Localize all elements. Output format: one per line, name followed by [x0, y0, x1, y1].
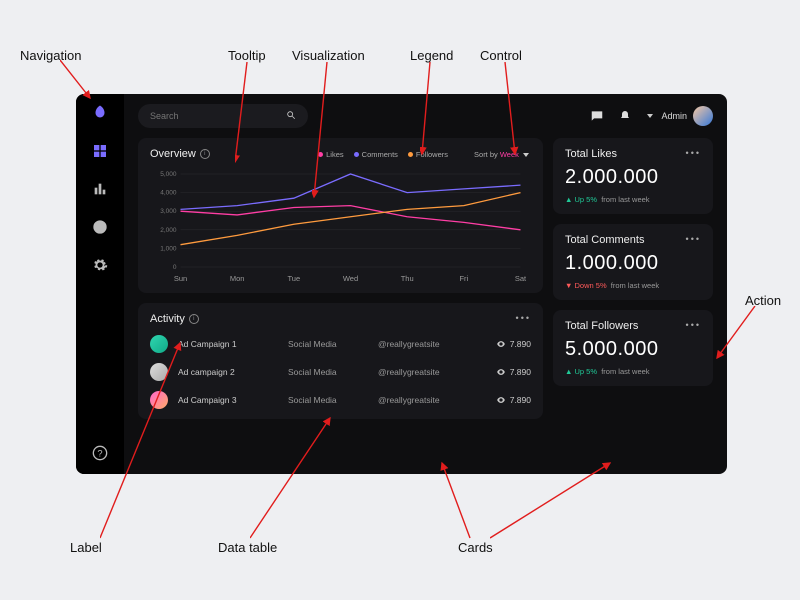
svg-text:Sun: Sun — [174, 274, 187, 283]
annotation-control: Control — [480, 48, 522, 63]
admin-menu[interactable]: Admin — [645, 106, 713, 126]
info-icon[interactable]: i — [200, 149, 210, 159]
search-box[interactable] — [138, 104, 308, 128]
campaign-name: Ad Campaign 1 — [178, 339, 278, 349]
annotation-cards: Cards — [458, 540, 493, 555]
stat-title: Total Followers — [565, 320, 701, 332]
chevron-down-icon — [647, 114, 653, 118]
annotation-legend: Legend — [410, 48, 453, 63]
svg-text:Tue: Tue — [288, 274, 301, 283]
svg-text:5,000: 5,000 — [160, 171, 177, 178]
nav-settings[interactable] — [89, 254, 111, 276]
search-input[interactable] — [150, 111, 286, 121]
annotation-datatable: Data table — [218, 540, 277, 555]
notifications-icon[interactable] — [617, 108, 633, 124]
campaign-type: Social Media — [288, 367, 368, 377]
stat-more-button[interactable]: ••• — [686, 320, 701, 330]
search-icon — [286, 110, 296, 122]
nav-reports[interactable] — [89, 216, 111, 238]
eye-icon — [496, 395, 506, 405]
table-row[interactable]: Ad Campaign 3 Social Media @reallygreats… — [150, 391, 531, 409]
stat-more-button[interactable]: ••• — [686, 234, 701, 244]
avatar — [693, 106, 713, 126]
svg-text:Wed: Wed — [343, 274, 358, 283]
stat-title: Total Likes — [565, 148, 701, 160]
svg-text:2,000: 2,000 — [160, 227, 177, 234]
stat-value: 5.000.000 — [565, 338, 701, 361]
svg-text:Sat: Sat — [515, 274, 527, 283]
campaign-handle: @reallygreatsite — [378, 395, 478, 405]
admin-label: Admin — [661, 111, 687, 121]
table-row[interactable]: Ad campaign 2 Social Media @reallygreats… — [150, 363, 531, 381]
eye-icon — [496, 339, 506, 349]
campaign-handle: @reallygreatsite — [378, 367, 478, 377]
svg-text:Fri: Fri — [459, 274, 468, 283]
stat-title: Total Comments — [565, 234, 701, 246]
campaign-type: Social Media — [288, 395, 368, 405]
info-icon[interactable]: i — [189, 314, 199, 324]
campaign-name: Ad campaign 2 — [178, 367, 278, 377]
stat-value: 1.000.000 — [565, 252, 701, 275]
nav-analytics[interactable] — [89, 178, 111, 200]
stat-value: 2.000.000 — [565, 166, 701, 189]
svg-text:0: 0 — [173, 264, 177, 271]
annotation-visualization: Visualization — [292, 48, 365, 63]
svg-text:Thu: Thu — [401, 274, 414, 283]
annotation-tooltip: Tooltip — [228, 48, 266, 63]
campaign-name: Ad Campaign 3 — [178, 395, 278, 405]
campaign-handle: @reallygreatsite — [378, 339, 478, 349]
svg-text:3,000: 3,000 — [160, 208, 177, 215]
activity-card: Activity i ••• Ad Campaign 1 Social Medi… — [138, 303, 543, 419]
stat-delta: ▼ Down 5% from last week — [565, 281, 701, 290]
overview-title: Overview i — [150, 148, 210, 160]
stat-more-button[interactable]: ••• — [686, 148, 701, 158]
svg-text:1,000: 1,000 — [160, 245, 177, 252]
stat-delta: ▲ Up 5% from last week — [565, 195, 701, 204]
stat-card-likes: ••• Total Likes 2.000.000 ▲ Up 5% from l… — [553, 138, 713, 214]
stat-card-followers: ••• Total Followers 5.000.000 ▲ Up 5% fr… — [553, 310, 713, 386]
stat-card-comments: ••• Total Comments 1.000.000 ▼ Down 5% f… — [553, 224, 713, 300]
activity-more-button[interactable]: ••• — [516, 313, 531, 323]
activity-title: Activity i — [150, 313, 531, 325]
campaign-views: 7.890 — [496, 367, 531, 377]
stat-delta: ▲ Up 5% from last week — [565, 367, 701, 376]
legend-comments: Comments — [354, 150, 398, 159]
svg-text:4,000: 4,000 — [160, 190, 177, 197]
nav-dashboard[interactable] — [89, 140, 111, 162]
eye-icon — [496, 367, 506, 377]
activity-table: Ad Campaign 1 Social Media @reallygreats… — [150, 335, 531, 409]
campaign-views: 7.890 — [496, 339, 531, 349]
campaign-views: 7.890 — [496, 395, 531, 405]
campaign-type: Social Media — [288, 339, 368, 349]
messages-icon[interactable] — [589, 108, 605, 124]
table-row[interactable]: Ad Campaign 1 Social Media @reallygreats… — [150, 335, 531, 353]
svg-text:Mon: Mon — [230, 274, 245, 283]
annotation-label: Label — [70, 540, 102, 555]
